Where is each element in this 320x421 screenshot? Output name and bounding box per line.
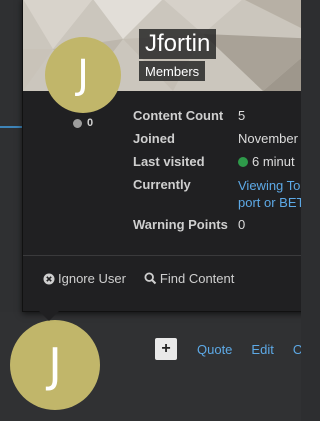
reputation-dot-icon xyxy=(73,118,82,128)
post-author-avatar[interactable]: J xyxy=(10,320,100,410)
stat-row-warning-points: Warning Points 0 xyxy=(133,214,301,237)
stat-row-last-visited: Last visited 6 minut xyxy=(133,151,301,174)
profile-group-box: Members xyxy=(139,61,206,81)
stat-label: Content Count xyxy=(133,108,224,123)
reputation-badge: 0 xyxy=(73,117,93,129)
stat-row-content-count: Content Count 5 xyxy=(133,105,301,128)
stat-value: 0 xyxy=(238,217,246,232)
profile-group: Members xyxy=(145,63,200,79)
stat-row-joined: Joined November xyxy=(133,128,301,151)
profile-avatar[interactable]: J xyxy=(45,37,121,113)
stat-label: Warning Points xyxy=(133,217,228,232)
background-accent-line xyxy=(0,126,22,128)
last-visited-text: 6 minut xyxy=(252,154,295,169)
stat-value: 5 xyxy=(238,108,246,123)
stat-value-last-visited: 6 minut xyxy=(238,151,295,174)
card-divider xyxy=(23,255,301,256)
find-content-label: Find Content xyxy=(159,271,235,286)
online-status-icon xyxy=(238,157,248,167)
stat-row-currently: Currently Viewing To port or BET xyxy=(133,174,301,214)
stat-value: November xyxy=(238,131,298,146)
hovercard-pointer xyxy=(38,310,60,321)
ignore-icon xyxy=(43,273,55,284)
edit-link[interactable]: Edit xyxy=(251,342,273,357)
ignore-user-button[interactable]: Ignore User xyxy=(43,271,126,286)
profile-hovercard: Jfortin Members J 0 Content Count 5 Join… xyxy=(22,0,301,312)
stat-label: Currently xyxy=(133,177,191,192)
profile-avatar-letter: J xyxy=(77,52,89,98)
post-actions: + Quote Edit O xyxy=(155,338,301,360)
post-avatar-letter: J xyxy=(48,338,62,392)
plus-icon: + xyxy=(161,340,171,357)
find-content-button[interactable]: Find Content xyxy=(144,271,234,286)
ignore-user-label: Ignore User xyxy=(58,271,126,286)
options-link[interactable]: O xyxy=(293,342,301,357)
page: J + Quote Edit O Jfortin Members J 0 Con… xyxy=(0,0,301,421)
stat-label: Last visited xyxy=(133,154,205,169)
currently-viewing-link[interactable]: Viewing To port or BET xyxy=(238,174,301,214)
search-icon xyxy=(144,272,157,285)
profile-name-box: Jfortin xyxy=(139,29,217,59)
reputation-value: 0 xyxy=(87,117,94,129)
stat-label: Joined xyxy=(133,131,175,146)
profile-name[interactable]: Jfortin xyxy=(145,30,210,58)
profile-stats: Content Count 5 Joined November Last vis… xyxy=(133,105,301,237)
quote-link[interactable]: Quote xyxy=(197,342,232,357)
card-footer: Ignore User Find Content xyxy=(43,271,252,286)
multiquote-button[interactable]: + xyxy=(155,338,177,360)
